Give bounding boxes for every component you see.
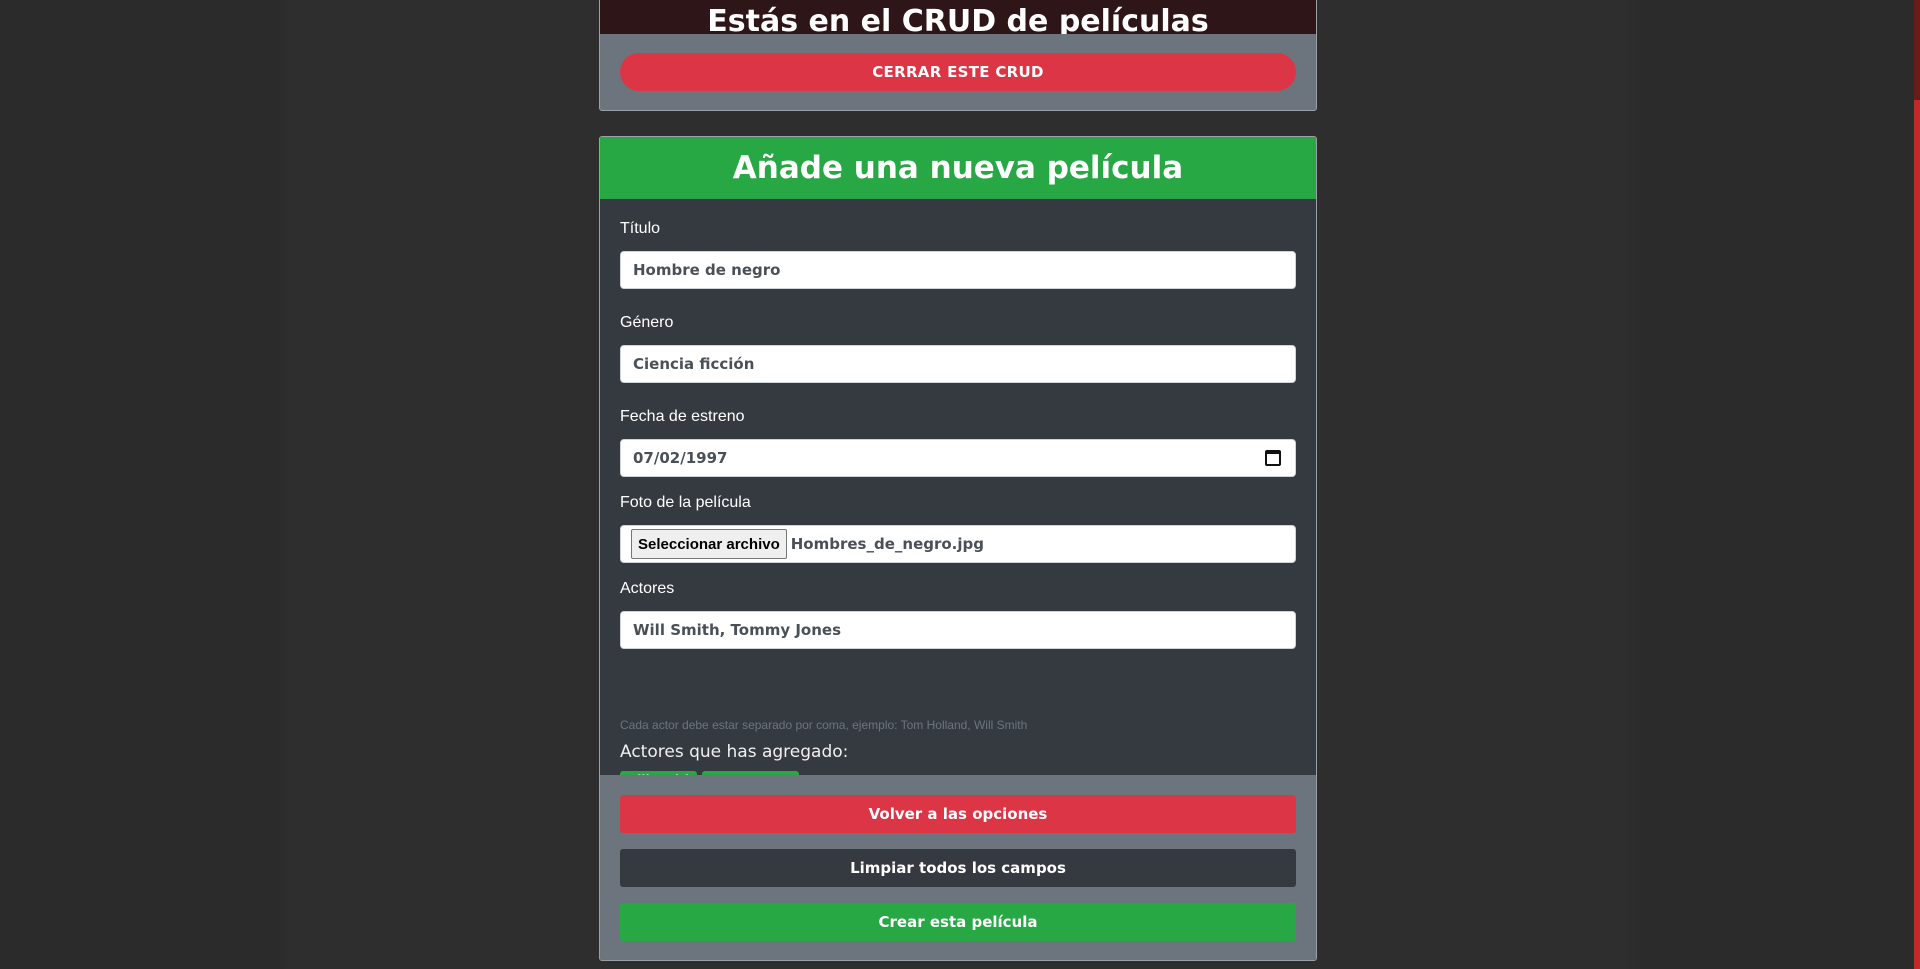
scrollbar-thumb[interactable] [1914, 100, 1920, 969]
titulo-input[interactable]: Hombre de negro [620, 251, 1296, 289]
fecha-input[interactable]: 07/02/1997 [620, 439, 1296, 477]
new-movie-card: Añade una nueva película Título Hombre d… [599, 136, 1317, 961]
select-file-button[interactable]: Seleccionar archivo [631, 529, 787, 559]
actores-label: Actores [620, 580, 675, 597]
clear-fields-button[interactable]: Limpiar todos los campos [620, 849, 1296, 887]
crud-header-card: Estás en el CRUD de películas CERRAR EST… [599, 0, 1317, 111]
fecha-value: 07/02/1997 [633, 449, 728, 467]
scrollbar[interactable] [1914, 0, 1920, 969]
foto-file-input[interactable]: Seleccionar archivo Hombres_de_negro.jpg [620, 525, 1296, 563]
crud-header: Estás en el CRUD de películas [600, 0, 1316, 34]
create-movie-button[interactable]: Crear esta película [620, 903, 1296, 941]
titulo-label: Título [620, 220, 661, 237]
genero-value: Ciencia ficción [633, 355, 755, 373]
genero-input[interactable]: Ciencia ficción [620, 345, 1296, 383]
file-name: Hombres_de_negro.jpg [790, 535, 984, 553]
crud-title: Estás en el CRUD de películas [707, 4, 1209, 34]
card-footer: Volver a las opciones Limpiar todos los … [600, 775, 1316, 960]
calendar-icon[interactable] [1265, 450, 1281, 466]
form-title: Añade una nueva película [732, 150, 1184, 186]
actores-value: Will Smith, Tommy Jones [633, 621, 842, 639]
form-body: Título Hombre de negro Género Ciencia fi… [600, 199, 1316, 789]
card-header: Añade una nueva película [600, 137, 1316, 199]
genero-label: Género [620, 314, 674, 331]
actores-input[interactable]: Will Smith, Tommy Jones [620, 611, 1296, 649]
titulo-value: Hombre de negro [633, 261, 781, 279]
foto-label: Foto de la película [620, 494, 751, 511]
fecha-label: Fecha de estreno [620, 408, 745, 425]
close-crud-button[interactable]: CERRAR ESTE CRUD [620, 53, 1296, 91]
added-actors-title: Actores que has agregado: [620, 742, 849, 762]
back-to-options-button[interactable]: Volver a las opciones [620, 795, 1296, 833]
actores-help-text: Cada actor debe estar separado por coma,… [620, 718, 1028, 732]
